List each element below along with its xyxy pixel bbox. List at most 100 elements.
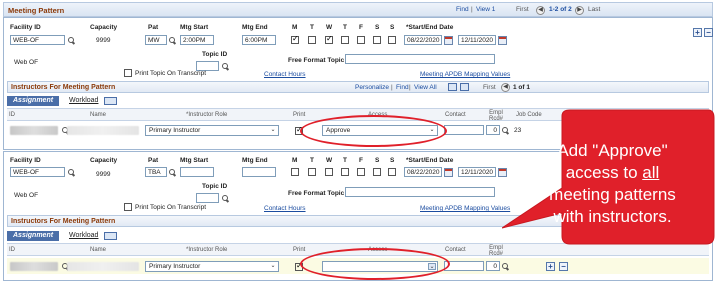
capacity-value: 9999 — [96, 37, 111, 44]
free-format-topic-label-2: Free Format Topic — [288, 190, 345, 197]
tab-assignment-1[interactable]: Assignment — [7, 96, 60, 106]
day-su-checkbox-2[interactable] — [388, 168, 396, 176]
instructor-name-redacted-2 — [67, 262, 139, 271]
day-su-checkbox[interactable] — [388, 36, 396, 44]
free-format-topic-label: Free Format Topic — [288, 57, 345, 64]
free-format-topic-input-2[interactable] — [345, 187, 495, 197]
print-topic-label: Print Topic On Transcript — [135, 70, 207, 77]
day-f-checkbox[interactable] — [357, 36, 365, 44]
view-all-link-1[interactable]: View All — [414, 84, 437, 91]
view-link[interactable]: View 1 — [476, 6, 495, 13]
pat-input-2[interactable]: TBA — [145, 167, 167, 177]
contact-hours-link[interactable]: Contact Hours — [264, 71, 306, 78]
instructor-name-redacted — [67, 126, 139, 135]
add-instructor-button[interactable]: + — [546, 262, 555, 271]
col-id-2: ID — [9, 247, 15, 253]
day-label-t-2: T — [310, 157, 314, 164]
day-t-checkbox-2[interactable] — [308, 168, 316, 176]
col-role: *Instructor Role — [186, 112, 228, 118]
mtg-end-input-2[interactable] — [242, 167, 276, 177]
next-icon[interactable]: ▶ — [575, 6, 584, 15]
show-all-columns-icon-1[interactable] — [104, 97, 117, 105]
empl-rcd-lookup-icon-2[interactable] — [501, 262, 510, 271]
personalize-link-1[interactable]: Personalize — [355, 84, 389, 91]
add-pattern-button[interactable]: + — [693, 28, 702, 37]
facility-id-input-2[interactable]: WEB-OF — [10, 167, 65, 177]
instructor-role-value-2: Primary Instructor — [149, 263, 201, 270]
end-date-calendar-icon[interactable] — [498, 36, 507, 45]
instructor-role-select-1[interactable]: Primary Instructor ⌄ — [145, 125, 279, 136]
day-w-checkbox[interactable] — [325, 34, 333, 44]
facility-description-2: Web OF — [14, 192, 39, 199]
day-label-th-2: T — [343, 157, 347, 164]
end-date-input[interactable]: 12/11/2020 — [458, 35, 496, 45]
day-th-checkbox-2[interactable] — [341, 168, 349, 176]
find-link-1[interactable]: Find — [396, 84, 409, 91]
capacity-value-2: 9999 — [96, 171, 111, 178]
facility-lookup-icon-2[interactable] — [67, 168, 76, 177]
show-all-columns-icon-2[interactable] — [104, 232, 117, 240]
start-date-input-2[interactable]: 08/22/2020 — [404, 167, 442, 177]
instructor-id-redacted-2 — [10, 262, 58, 271]
day-w-checkbox-2[interactable] — [325, 168, 333, 176]
tab-workload-1[interactable]: Workload — [66, 96, 101, 106]
callout-line-4: with instructors. — [553, 207, 672, 226]
mtg-end-input[interactable]: 6:00PM — [242, 35, 276, 45]
mtg-start-input[interactable]: 2:00PM — [180, 35, 214, 45]
topic-id-label: Topic ID — [202, 51, 228, 58]
pat-input[interactable]: MW — [145, 35, 167, 45]
empl-rcd-input-2[interactable]: 0 — [486, 261, 500, 271]
first-label: First — [516, 6, 529, 13]
chevron-down-icon: ⌄ — [270, 263, 276, 269]
remove-instructor-button[interactable]: − — [559, 262, 568, 271]
previous-icon[interactable]: ◀ — [536, 6, 545, 15]
day-s-checkbox-2[interactable] — [373, 168, 381, 176]
free-format-topic-input[interactable] — [345, 54, 495, 64]
callout-line-2: access to all — [520, 162, 705, 184]
callout-emphasis: all — [642, 163, 660, 182]
day-t-checkbox[interactable] — [308, 36, 316, 44]
download-icon-1[interactable] — [460, 83, 469, 91]
start-date-calendar-icon-2[interactable] — [444, 168, 453, 177]
mtg-start-input-2[interactable] — [180, 167, 214, 177]
callout-line-3: meeting patterns — [549, 185, 676, 204]
end-date-input-2[interactable]: 12/11/2020 — [458, 167, 496, 177]
col-contact-2: Contact — [445, 247, 466, 253]
day-m-checkbox-2[interactable] — [291, 168, 299, 176]
print-topic-checkbox[interactable] — [124, 69, 132, 77]
prev-instructor-icon-1[interactable]: ◀ — [501, 83, 510, 92]
empl-rcd-input-1[interactable]: 0 — [486, 125, 500, 135]
facility-id-label: Facility ID — [10, 24, 41, 31]
topic-id-input-2[interactable] — [196, 193, 219, 203]
contact-input-1[interactable] — [444, 125, 484, 135]
contact-hours-link-2[interactable]: Contact Hours — [264, 205, 306, 212]
callout-line-1: Add "Approve" — [557, 141, 668, 160]
topic-lookup-icon-2[interactable] — [221, 194, 230, 203]
day-m-checkbox[interactable] — [291, 34, 299, 44]
find-link[interactable]: Find — [456, 6, 469, 13]
capacity-label: Capacity — [90, 24, 118, 31]
day-s-checkbox[interactable] — [373, 36, 381, 44]
callout-line-2a: access to — [565, 163, 643, 182]
tab-assignment-2[interactable]: Assignment — [7, 231, 60, 241]
day-label-s: S — [375, 24, 380, 31]
apdb-mapping-link-2[interactable]: Meeting APDB Mapping Values — [420, 205, 510, 212]
facility-id-label-2: Facility ID — [10, 157, 41, 164]
contact-input-2[interactable] — [444, 261, 484, 271]
remove-pattern-button[interactable]: − — [704, 28, 713, 37]
zoom-icon-1[interactable] — [448, 83, 457, 91]
print-topic-checkbox-2[interactable] — [124, 203, 132, 211]
tab-workload-2[interactable]: Workload — [66, 231, 101, 241]
start-date-input[interactable]: 08/22/2020 — [404, 35, 442, 45]
facility-id-input[interactable]: WEB-OF — [10, 35, 65, 45]
instructor-role-select-2[interactable]: Primary Instructor ⌄ — [145, 261, 279, 272]
mtg-start-label: Mtg Start — [180, 24, 209, 31]
day-th-checkbox[interactable] — [341, 36, 349, 44]
topic-lookup-icon[interactable] — [221, 62, 230, 71]
facility-lookup-icon[interactable] — [67, 36, 76, 45]
pat-lookup-icon-2[interactable] — [168, 168, 177, 177]
apdb-mapping-link[interactable]: Meeting APDB Mapping Values — [420, 71, 510, 78]
start-date-calendar-icon[interactable] — [444, 36, 453, 45]
pat-lookup-icon[interactable] — [168, 36, 177, 45]
day-f-checkbox-2[interactable] — [357, 168, 365, 176]
